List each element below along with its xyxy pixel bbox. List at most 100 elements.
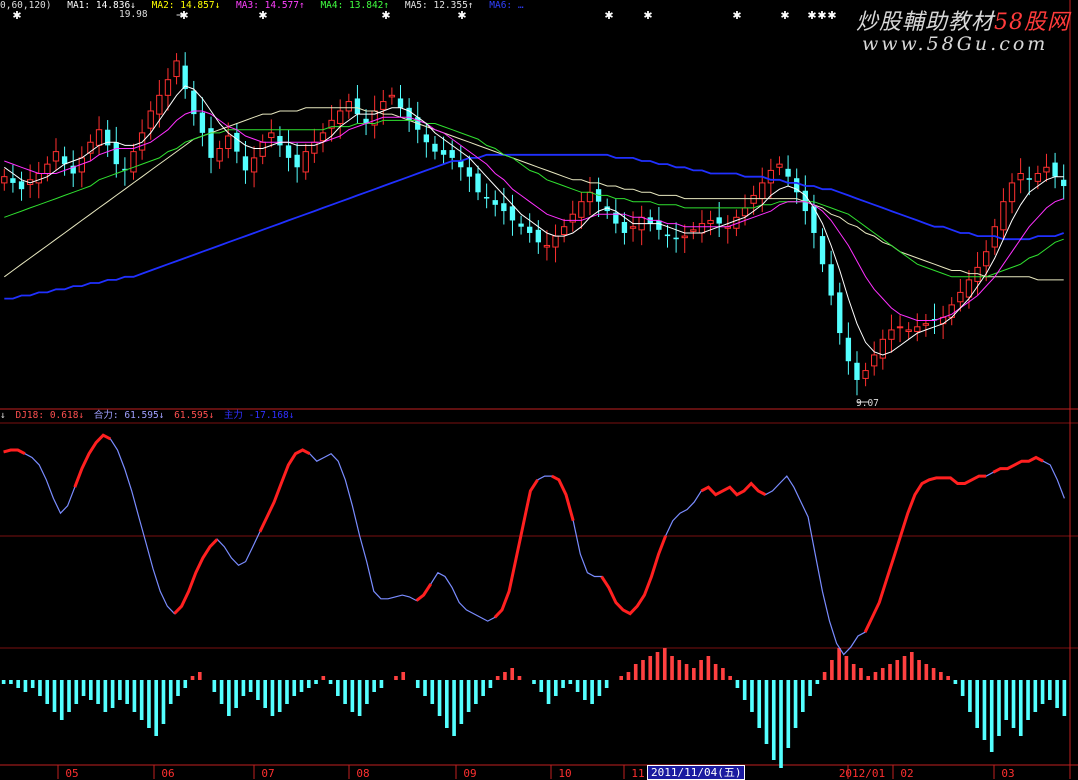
candle-body [216,148,223,162]
candle-body [896,326,904,329]
candle-body [52,151,60,162]
candle-body [354,98,361,115]
candle-body [440,150,447,155]
candle-body [518,223,524,227]
heli-legend: 合力: 61.595↓ [93,410,165,421]
candle-body [302,151,309,173]
candle-body [35,173,42,184]
candle-body [527,226,533,233]
candle-body [905,329,912,332]
candle-body [311,141,318,154]
candle-body [1034,173,1042,182]
candle-body [621,222,628,233]
candle-body [819,236,826,265]
ma1-line [4,85,1064,356]
x-tick-label: 11 [631,767,644,779]
candle-body [983,251,990,267]
x-tick-label: 09 [463,767,476,779]
candle-body [319,132,327,142]
dj18-line [992,455,1044,474]
x-tick-label: 07 [261,767,274,779]
price-panel[interactable]: ✱ ✱ ✱ ✱ ✱ ✱ ✱ ✱ ✱ ✱ ✱ ✱ [1,9,1067,403]
candle-body [406,107,412,121]
x-tick-label: 02 [900,767,913,779]
candle-body [854,362,860,380]
x-tick-label: 06 [161,767,174,779]
candle-body [1052,162,1058,177]
x-tick-label: 2012/01 [839,767,885,779]
dj18-line [3,448,26,456]
candle-body [475,173,481,193]
ma2-legend: MA2: 14.857↓ [151,0,221,11]
watermark-url: www.58Gu.com [862,33,1049,55]
candle-body [509,206,516,221]
candle-body [397,98,404,108]
candle-body [337,110,344,124]
candle-body [234,132,240,152]
candle-body [776,163,783,168]
candle-body [586,191,594,203]
event-star-icon: ✱ [604,9,613,22]
candle-body [268,132,275,139]
candle-body [741,207,749,217]
candle-body [560,226,568,236]
dj18-line [600,535,668,616]
candle-body [1026,178,1032,180]
candle-body [250,157,258,173]
candle-body [1061,179,1067,187]
candle-body [1008,182,1016,203]
price-low-label: 9.07 [856,398,879,409]
candle-body [785,168,791,177]
candle-body [673,237,679,240]
candle-body [466,167,473,177]
x-tick-label: 10 [558,767,571,779]
zhuli-legend: 主力 -17.168↓ [223,410,295,421]
candle-body [95,129,103,146]
candle-body [552,235,559,248]
candle-body [578,201,585,218]
dj18-line [258,448,311,533]
indicator-legend: ↓ DJ18: 0.618↓ 合力: 61.595↓ 61.595↓ 主力 -1… [0,410,295,421]
candle-body [423,134,430,143]
candle-body [380,101,387,110]
ma4-legend: MA4: 13.842↑ [320,0,390,11]
candle-body [716,217,722,224]
event-star-icon: ✱ [780,9,789,22]
candle-body [862,370,869,379]
candle-body [1,176,8,184]
ma5-legend: MA5: 12.355↑ [404,0,474,11]
dj18-legend: DJ18: 0.618↓ [15,410,85,421]
candle-body [698,223,706,234]
event-star-icon: ✱ [643,9,652,22]
candle-body [294,154,300,168]
ma-legend: 0,60,120) MA1: 14.836↓ MA2: 14.857↓ MA3:… [0,0,534,12]
heli-line [3,434,1065,656]
candle-body [837,292,843,334]
watermark-title: 炒股輔助教材58股网 [856,10,1071,35]
candle-body [345,101,352,112]
candle-body [242,156,249,171]
candle-body [173,60,180,78]
dj18-line [173,538,219,615]
candle-body [629,226,637,229]
candle-body [845,337,852,362]
dj18-line [863,474,987,633]
price-high-label: 19.98 [119,9,148,20]
candle-body [965,279,973,298]
candle-body [164,79,172,96]
candle-body [535,229,541,243]
candle-body [656,220,662,230]
candle-body [871,354,878,367]
candle-body [957,291,964,303]
candle-body [1000,201,1007,231]
candle-body [449,150,455,158]
indicator-panel[interactable] [1,433,1067,768]
chart-canvas[interactable]: ✱ ✱ ✱ ✱ ✱ ✱ ✱ ✱ ✱ ✱ ✱ ✱ 05 06 07 08 09 10 11 2012/01 02 03 [0,0,1078,779]
candle-body [543,244,551,248]
candle-body [225,135,232,150]
candle-body [483,196,490,199]
candle-body [922,323,930,326]
candle-body [690,229,697,232]
x-tick-label: 03 [1001,767,1014,779]
ma3-legend: MA3: 14.577↑ [236,0,305,11]
